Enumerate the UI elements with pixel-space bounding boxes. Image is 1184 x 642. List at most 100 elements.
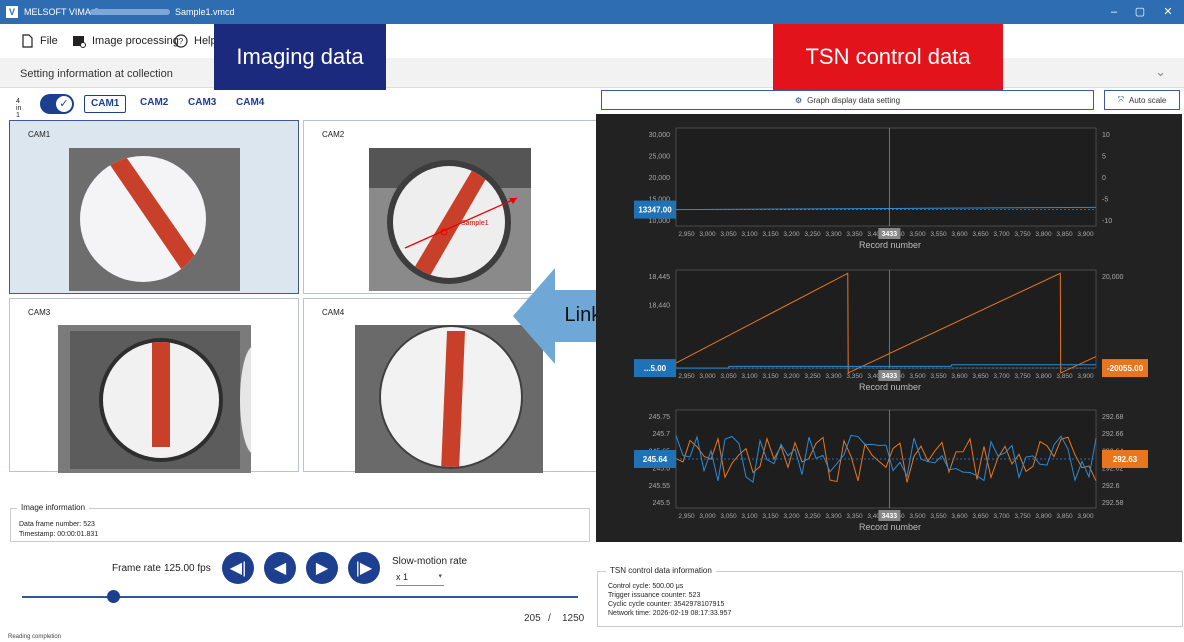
value-label-right: 292.63 [1113,455,1138,464]
camera-panel-label: CAM4 [322,308,345,317]
y-tick-label-right: 0 [1102,175,1106,182]
auto-scale-button[interactable]: ⤧ Auto scale [1104,90,1180,110]
check-icon: ✓ [56,96,72,112]
tab-cam1[interactable]: CAM1 [84,95,127,113]
tsn-charts[interactable]: 30,00025,00020,00015,00010,0001050-5-102… [596,114,1182,542]
graph-display-setting-button[interactable]: ⚙ Graph display data setting [601,90,1094,110]
value-label-right: -20055.00 [1107,364,1144,373]
menu-file[interactable]: File [20,34,58,48]
image-info-title: Image information [17,503,90,512]
tsn-data-callout-label: TSN control data [805,44,971,69]
x-tick-label: 3,900 [1077,373,1094,380]
network-time-text: Network time: 2026-02-19 08:17:33.957 [608,610,732,617]
x-tick-label: 3,600 [951,513,968,520]
y-tick-label-right: 292.58 [1102,500,1124,507]
y-tick-label-right: 10 [1102,132,1110,139]
x-tick-label: 3,100 [741,231,758,238]
tab-cam4[interactable]: CAM4 [230,95,270,113]
x-tick-label: 3,100 [741,513,758,520]
menu-file-label: File [40,35,58,47]
play-reverse-icon: ◀ [273,560,287,577]
minimize-button[interactable]: – [1106,4,1122,20]
trigger-counter-text: Trigger issuance counter: 523 [608,592,701,599]
x-tick-label: 3,000 [699,231,716,238]
imaging-data-callout-label: Imaging data [236,44,364,69]
skip-back-icon: ◀| [229,560,247,577]
chevron-down-icon[interactable]: ⌄ [1155,64,1166,80]
tsn-info-box: TSN control data information Control cyc… [597,566,1183,627]
y-tick-label-right: 5 [1102,154,1106,161]
x-tick-label: 3,800 [1035,513,1052,520]
x-tick-label: 3,200 [783,373,800,380]
control-cycle-text: Control cycle: 500.00 μs [608,583,684,590]
app-logo-icon: V [6,6,18,18]
image-processing-icon [73,36,86,48]
auto-scale-label: Auto scale [1129,95,1167,105]
x-tick-label: 3,000 [699,373,716,380]
status-text: Reading completion [8,634,62,640]
x-tick-label: 3,050 [720,373,737,380]
x-tick-label: 3,700 [993,373,1010,380]
menu-help[interactable]: ? Help [174,34,217,48]
camera-image [58,325,251,473]
x-tick-label: 3,200 [783,231,800,238]
frame-number-text: Data frame number: 523 [19,521,95,528]
y-tick-label-left: 245.7 [652,431,670,438]
x-tick-label: 3,350 [846,231,863,238]
x-tick-label: 3,800 [1035,231,1052,238]
cursor-label: 3433 [882,513,898,520]
camera-panel-3[interactable]: CAM3 [9,298,299,473]
timeline-slider[interactable] [22,596,578,598]
close-button[interactable]: ✕ [1160,4,1176,20]
x-tick-label: 3,850 [1056,513,1073,520]
cyclic-counter-text: Cyclic cycle counter: 3542978107915 [608,601,725,608]
slow-motion-value: x 1 [396,572,409,582]
step-back-button[interactable]: ◀ [264,552,296,584]
tab-cam3[interactable]: CAM3 [182,95,222,113]
y-tick-label-left: 245.55 [649,483,671,490]
setting-info-bar[interactable]: Setting information at collection ⌄ [0,58,1184,88]
x-tick-label: 2,950 [678,373,695,380]
y-tick-label-right: -10 [1102,218,1112,225]
timeline-slider-handle[interactable] [107,590,121,603]
skip-forward-icon: |▶ [355,560,373,577]
x-tick-label: 3,150 [762,231,779,238]
camera-image [69,148,240,291]
value-label-left: ...5.00 [644,364,667,373]
y-tick-label-right: 20,000 [1102,274,1124,281]
redacted-text [90,9,170,15]
svg-text:?: ? [179,37,184,46]
overlay-label: Sample1 [461,220,489,227]
four-in-one-toggle[interactable]: ✓ [40,94,74,114]
x-tick-label: 3,650 [972,231,989,238]
y-tick-label-right: -5 [1102,197,1108,204]
help-icon: ? [174,34,188,48]
menu-image-processing[interactable]: Image processing [72,34,179,48]
camera-panel-1[interactable]: CAM1 [9,120,299,294]
x-tick-label: 3,050 [720,231,737,238]
x-tick-label: 3,750 [1014,513,1031,520]
y-tick-label-left: 30,000 [649,132,671,139]
caret-down-icon: ▾ [438,573,442,580]
y-tick-label-left: 20,000 [649,175,671,182]
last-frame-button[interactable]: |▶ [348,552,380,584]
slow-motion-select[interactable]: x 1 ▾ [396,572,444,586]
x-tick-label: 3,150 [762,373,779,380]
x-tick-label: 3,550 [930,231,947,238]
x-axis-label: Record number [859,240,921,250]
timestamp-text: Timestamp: 00:00:01.831 [19,531,99,538]
camera-panel-label: CAM2 [322,130,345,139]
maximize-button[interactable]: ▢ [1132,4,1148,20]
y-tick-label-left: 18,440 [649,303,671,310]
x-axis-label: Record number [859,382,921,392]
first-frame-button[interactable]: ◀| [222,552,254,584]
frame-total: 1250 [562,613,585,624]
y-tick-label-left: 18,445 [649,274,671,281]
mode-label: 4 in 1 [16,98,22,119]
x-tick-label: 3,250 [804,231,821,238]
imaging-data-callout: Imaging data [214,24,386,90]
tab-cam2[interactable]: CAM2 [134,95,174,113]
play-button[interactable]: ▶ [306,552,338,584]
y-tick-label-left: 245.75 [649,414,671,421]
gear-icon: ⚙ [794,95,803,105]
